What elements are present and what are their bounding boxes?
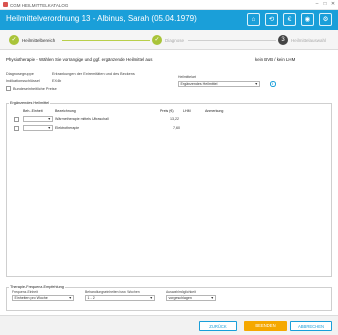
auswahl-value: vorgeschlagen xyxy=(168,296,192,300)
heilmittelart-label: Heilmittelart xyxy=(178,75,196,79)
auswahl-select[interactable]: vorgeschlagen ▼ xyxy=(166,295,216,301)
auswahl-label: Auswahlmöglichkeit xyxy=(166,290,196,294)
chevron-down-icon: ▼ xyxy=(254,82,258,86)
diagnosegruppe-label: Diagnosegruppe xyxy=(6,72,34,76)
behandlung-select[interactable]: 1 - 2 ▼ xyxy=(85,295,155,301)
row2-einheit-select[interactable]: ▼ xyxy=(23,125,53,131)
page-title: Heilmittelverordnung 13 - Albinus, Sarah… xyxy=(6,14,197,23)
window-title: CGM HEILMITTELKATALOG xyxy=(10,2,69,8)
finish-button[interactable]: BEENDEN xyxy=(244,321,287,331)
row1-einheit-select[interactable]: ▼ xyxy=(23,116,53,122)
col-preis: Preis (€) xyxy=(160,109,174,113)
back-button[interactable]: ZURÜCK xyxy=(199,321,237,331)
cancel-button[interactable]: ABBRECHEN xyxy=(290,321,332,331)
step-progress: ✓ Heilmittelbereich ✓ Diagnose 3 Heilmit… xyxy=(0,30,338,50)
frequenz-value: Einheiten pro Woche xyxy=(14,296,48,300)
row2-preis: 7,60 xyxy=(173,126,180,130)
footer-bar: ZURÜCK BEENDEN ABBRECHEN xyxy=(0,315,338,335)
frequenz-label: Frequenz-Einheit xyxy=(12,290,38,294)
step1-label[interactable]: Heilmittelbereich xyxy=(22,38,55,43)
minimize-button[interactable]: – xyxy=(313,1,321,8)
step2-label[interactable]: Diagnose xyxy=(165,38,184,43)
chevron-down-icon: ▼ xyxy=(47,117,51,121)
section-heading: Physiotherapie - Wählen Sie vorrangige u… xyxy=(6,57,153,62)
history-icon[interactable]: ⟲ xyxy=(265,13,278,26)
step3-number-icon: 3 xyxy=(278,35,288,45)
col-lhm: LHM xyxy=(183,109,191,113)
row1-checkbox[interactable] xyxy=(14,117,19,122)
chevron-down-icon: ▼ xyxy=(47,126,51,130)
frequenz-select[interactable]: Einheiten pro Woche ▼ xyxy=(12,295,74,301)
step-connector-1 xyxy=(62,40,150,41)
col-bezeichnung: Bezeichnung xyxy=(55,109,76,113)
settings-icon[interactable]: ⚙ xyxy=(319,13,332,26)
step2-check-icon[interactable]: ✓ xyxy=(152,35,162,45)
location-icon[interactable]: ◉ xyxy=(301,13,314,26)
heilmittelart-value: Ergänzendes Heilmittel xyxy=(180,82,218,86)
indikation-label: Indikationsschlüssel xyxy=(6,79,40,83)
row2-checkbox[interactable] xyxy=(14,126,19,131)
step1-check-icon[interactable]: ✓ xyxy=(9,35,19,45)
chevron-down-icon: ▼ xyxy=(210,296,214,300)
col-anmerkung: Anmerkung xyxy=(205,109,224,113)
therapie-legend: Therapie-Frequenz-Empfehlung xyxy=(9,284,65,289)
home-icon[interactable]: ⌂ xyxy=(247,13,260,26)
row2-bezeichnung: Elektrotherapie xyxy=(55,126,80,130)
row1-bezeichnung: Wärmetherapie mittels Ultraschall xyxy=(55,117,109,121)
info-icon[interactable]: i xyxy=(270,81,276,87)
window-titlebar: CGM HEILMITTELKATALOG – □ ✕ xyxy=(0,0,338,10)
bundesweit-checkbox[interactable] xyxy=(6,86,11,91)
indikation-value: EX4b xyxy=(52,79,62,83)
maximize-button[interactable]: □ xyxy=(321,1,329,8)
step3-label: Heilmittelauswahl xyxy=(291,37,327,43)
header-bar: Heilmittelverordnung 13 - Albinus, Sarah… xyxy=(0,10,338,30)
app-logo-icon xyxy=(3,2,8,7)
row1-preis: 13,22 xyxy=(170,117,179,121)
close-window-button[interactable]: ✕ xyxy=(329,1,337,8)
bundesweit-label: Bundeseinheitliche Preise xyxy=(13,86,57,91)
heilmittelart-select[interactable]: Ergänzendes Heilmittel ▼ xyxy=(178,81,260,87)
step-connector-2 xyxy=(188,40,276,41)
table-legend: Ergänzendes Heilmittel xyxy=(9,100,51,105)
euro-icon[interactable]: € xyxy=(283,13,296,26)
diagnosegruppe-value: Erkrankungen der Extremitäten und des Be… xyxy=(52,72,135,76)
col-beh-einheit: Beh.-Einheit xyxy=(23,109,43,113)
bvb-status: kein BVB / kein LHM xyxy=(255,57,296,62)
behandlung-value: 1 - 2 xyxy=(87,296,95,300)
chevron-down-icon: ▼ xyxy=(149,296,153,300)
chevron-down-icon: ▼ xyxy=(68,296,72,300)
behandlung-label: Behandlungseinheiten bzw. Wochen xyxy=(85,290,140,294)
